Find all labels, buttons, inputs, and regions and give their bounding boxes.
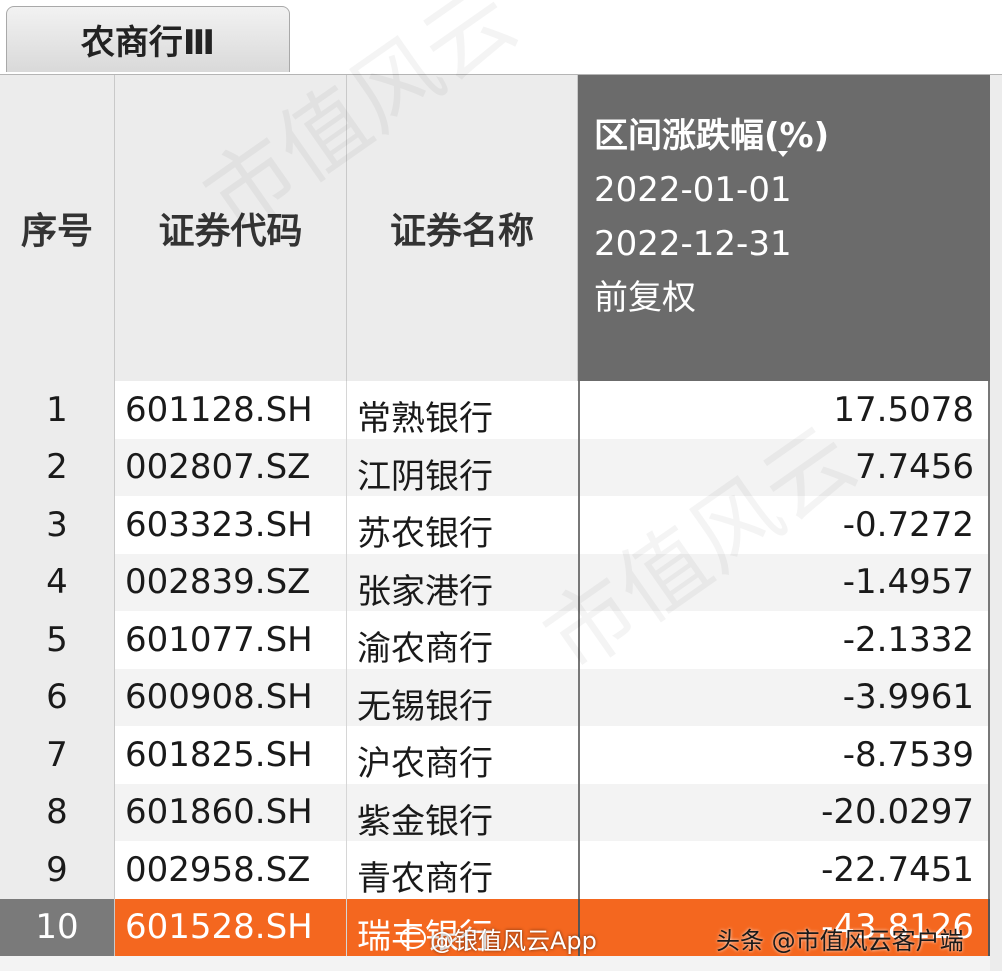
cell-seq: 3 [0, 496, 115, 554]
cell-code: 601528.SH [115, 898, 347, 956]
cell-change: -22.7451 [578, 841, 990, 899]
table-row[interactable]: 8 601860.SH 紫金银行 -20.0297 [0, 783, 1002, 842]
weibo-watermark: @银值风云App [400, 918, 597, 958]
column-header-seq[interactable]: 序号 [0, 75, 115, 381]
sheet-tab-active[interactable]: 农商行Ⅲ [6, 6, 290, 72]
column-header-code[interactable]: 证券代码 [115, 75, 347, 381]
cell-code: 002958.SZ [115, 841, 347, 899]
cell-change: 7.7456 [578, 438, 990, 496]
cell-seq: 7 [0, 726, 115, 784]
cell-code: 601825.SH [115, 726, 347, 784]
cell-name: 常熟银行 [347, 381, 578, 439]
change-header-end-date: 2022-12-31 [594, 224, 792, 264]
cell-name: 渝农商行 [347, 611, 578, 669]
cell-seq: 4 [0, 553, 115, 611]
column-header-change[interactable]: 区间涨跌幅(%) 2022-01-01 2022-12-31 前复权 [578, 75, 990, 381]
cell-change: -2.1332 [578, 611, 990, 669]
cell-name: 无锡银行 [347, 668, 578, 727]
cell-seq: 1 [0, 381, 115, 439]
table-row[interactable]: 3 603323.SH 苏农银行 -0.7272 [0, 496, 1002, 554]
change-header-adjustment: 前复权 [594, 278, 696, 318]
cell-name: 青农商行 [347, 841, 578, 899]
change-header-start-date: 2022-01-01 [594, 170, 792, 210]
cell-change: -3.9961 [578, 668, 990, 726]
sheet-tab-bar: 农商行Ⅲ [0, 0, 1002, 74]
sort-descending-icon[interactable] [778, 151, 788, 157]
cell-code: 601860.SH [115, 783, 347, 841]
table-row[interactable]: 7 601825.SH 沪农商行 -8.7539 [0, 726, 1002, 784]
cell-change: -8.7539 [578, 726, 990, 784]
cell-seq: 8 [0, 783, 115, 841]
table-row[interactable]: 9 002958.SZ 青农商行 -22.7451 [0, 841, 1002, 899]
table-row[interactable]: 6 600908.SH 无锡银行 -3.9961 [0, 668, 1002, 727]
cell-name: 苏农银行 [347, 496, 578, 554]
weibo-watermark-text: @银值风云App [430, 926, 597, 955]
cell-change: 17.5078 [578, 381, 990, 439]
cell-seq: 9 [0, 841, 115, 899]
cell-name: 紫金银行 [347, 783, 578, 842]
toutiao-watermark: 头条 @市值风云客户端 [716, 926, 964, 955]
cell-change: -1.4957 [578, 553, 990, 611]
change-header-title: 区间涨跌幅(%) [594, 116, 830, 156]
cell-change: -0.7272 [578, 496, 990, 554]
cell-seq: 2 [0, 438, 115, 496]
cell-code: 603323.SH [115, 496, 347, 554]
cell-code: 600908.SH [115, 668, 347, 726]
cell-name: 江阴银行 [347, 438, 578, 497]
cell-change: -20.0297 [578, 783, 990, 841]
weibo-icon [400, 927, 426, 949]
cell-code: 002839.SZ [115, 553, 347, 611]
cell-name: 沪农商行 [347, 726, 578, 784]
cell-seq: 5 [0, 611, 115, 669]
data-table: 序号 证券代码 证券名称 区间涨跌幅(%) 2022-01-01 2022-12… [0, 74, 1002, 971]
cell-seq: 6 [0, 668, 115, 726]
cell-code: 601077.SH [115, 611, 347, 669]
cell-code: 002807.SZ [115, 438, 347, 496]
table-row[interactable]: 2 002807.SZ 江阴银行 7.7456 [0, 438, 1002, 497]
table-row[interactable]: 1 601128.SH 常熟银行 17.5078 [0, 381, 1002, 439]
cell-name: 张家港行 [347, 553, 578, 612]
table-row[interactable]: 4 002839.SZ 张家港行 -1.4957 [0, 553, 1002, 612]
column-header-name[interactable]: 证券名称 [347, 75, 578, 381]
table-row[interactable]: 5 601077.SH 渝农商行 -2.1332 [0, 611, 1002, 669]
cell-code: 601128.SH [115, 381, 347, 439]
cell-seq: 10 [0, 898, 115, 956]
